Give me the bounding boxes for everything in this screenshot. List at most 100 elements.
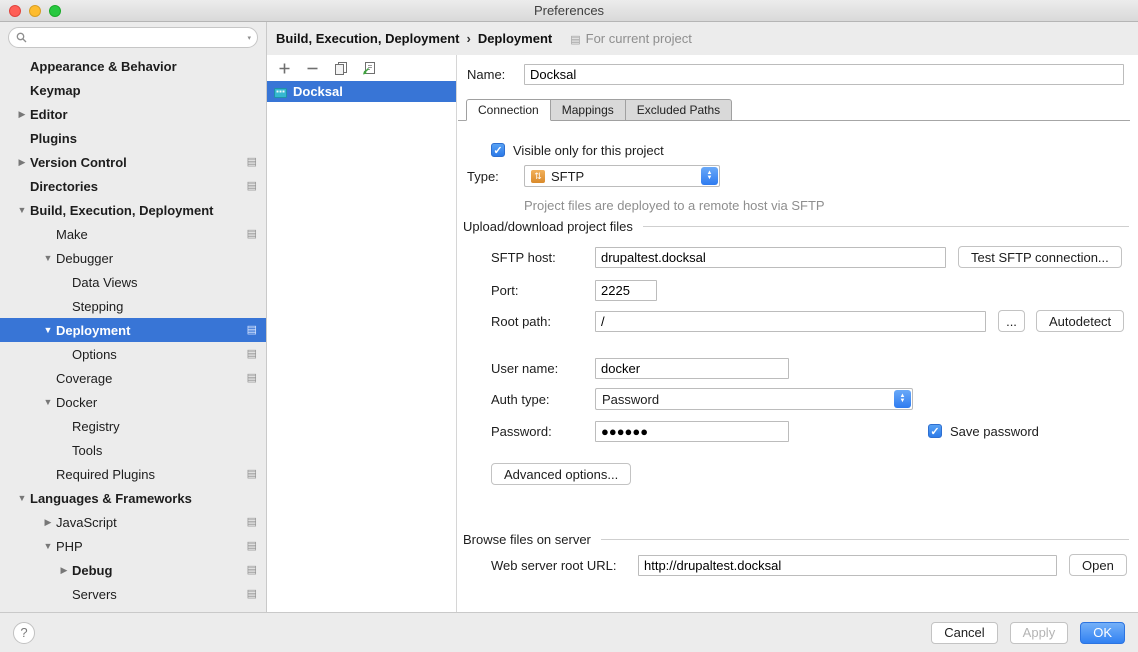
- sidebar-item-label: Directories: [30, 179, 98, 194]
- section-divider-line: [601, 539, 1129, 540]
- sidebar-item-javascript[interactable]: JavaScript: [0, 510, 266, 534]
- chevron-right-icon[interactable]: [40, 517, 56, 528]
- breadcrumb-category: Build, Execution, Deployment: [276, 31, 459, 46]
- sidebar-item-debugger[interactable]: Debugger: [0, 246, 266, 270]
- sidebar-item-label: Docker: [56, 395, 97, 410]
- sidebar-item-stepping[interactable]: Stepping: [0, 294, 266, 318]
- chevron-right-icon[interactable]: [56, 565, 72, 576]
- name-input[interactable]: [524, 64, 1124, 85]
- sidebar-item-required-plugins[interactable]: Required Plugins: [0, 462, 266, 486]
- sidebar-item-languages-frameworks[interactable]: Languages & Frameworks: [0, 486, 266, 510]
- server-list-panel: Docksal: [267, 55, 457, 612]
- type-help-text: Project files are deployed to a remote h…: [524, 194, 825, 216]
- test-sftp-connection-button[interactable]: Test SFTP connection...: [958, 246, 1122, 268]
- sidebar-item-directories[interactable]: Directories: [0, 174, 266, 198]
- sftp-protocol-icon: [531, 170, 545, 183]
- window-title: Preferences: [0, 0, 1138, 21]
- section-browse-label: Browse files on server: [463, 532, 591, 547]
- sidebar-item-build-execution-deployment[interactable]: Build, Execution, Deployment: [0, 198, 266, 222]
- sidebar-item-make[interactable]: Make: [0, 222, 266, 246]
- sidebar-item-deployment[interactable]: Deployment: [0, 318, 266, 342]
- chevron-down-icon[interactable]: [40, 541, 56, 551]
- sidebar-item-keymap[interactable]: Keymap: [0, 78, 266, 102]
- tab-bar: Connection Mappings Excluded Paths: [466, 99, 731, 121]
- browse-root-path-button[interactable]: ...: [998, 310, 1025, 332]
- sidebar-item-docker[interactable]: Docker: [0, 390, 266, 414]
- password-input[interactable]: [595, 421, 789, 442]
- dropdown-stepper-icon[interactable]: ▲▼: [701, 167, 718, 185]
- minimize-window-button[interactable]: [29, 5, 41, 17]
- sidebar-item-php[interactable]: PHP: [0, 534, 266, 558]
- dropdown-stepper-icon[interactable]: ▲▼: [894, 390, 911, 408]
- chevron-right-icon[interactable]: [14, 109, 30, 120]
- breadcrumb-bar: Build, Execution, Deployment › Deploymen…: [267, 22, 1138, 55]
- sidebar-item-editor[interactable]: Editor: [0, 102, 266, 126]
- apply-button[interactable]: Apply: [1010, 622, 1069, 644]
- ok-button[interactable]: OK: [1080, 622, 1125, 644]
- tab-excluded-paths[interactable]: Excluded Paths: [625, 99, 732, 121]
- sidebar-item-label: Data Views: [72, 275, 138, 290]
- open-button[interactable]: Open: [1069, 554, 1127, 576]
- auth-type-select[interactable]: Password ▲▼: [595, 388, 913, 410]
- chevron-down-icon[interactable]: [40, 253, 56, 263]
- type-select[interactable]: SFTP ▲▼: [524, 165, 720, 187]
- chevron-down-icon[interactable]: [40, 397, 56, 407]
- sidebar-item-data-views[interactable]: Data Views: [0, 270, 266, 294]
- type-value: SFTP: [551, 169, 584, 184]
- password-label: Password:: [491, 424, 595, 439]
- help-button[interactable]: ?: [13, 622, 35, 644]
- chevron-down-icon[interactable]: [40, 325, 56, 335]
- section-browse-files: Browse files on server: [463, 530, 1129, 548]
- search-input[interactable]: [30, 29, 244, 46]
- zoom-window-button[interactable]: [49, 5, 61, 17]
- for-current-project-icon: [247, 469, 257, 480]
- add-server-button[interactable]: [277, 61, 292, 76]
- chevron-down-icon[interactable]: [14, 493, 30, 503]
- root-path-input[interactable]: [595, 311, 986, 332]
- tab-connection[interactable]: Connection: [466, 99, 551, 121]
- sidebar-item-version-control[interactable]: Version Control: [0, 150, 266, 174]
- save-password-checkbox[interactable]: [928, 424, 942, 438]
- copy-server-button[interactable]: [333, 61, 348, 76]
- sidebar-item-options[interactable]: Options: [0, 342, 266, 366]
- autodetect-button[interactable]: Autodetect: [1036, 310, 1124, 332]
- sidebar-item-debug[interactable]: Debug: [0, 558, 266, 582]
- for-current-project-icon: [247, 229, 257, 240]
- sidebar-item-label: Required Plugins: [56, 467, 155, 482]
- remove-server-button[interactable]: [305, 61, 320, 76]
- list-item-docksal[interactable]: Docksal: [267, 81, 456, 102]
- user-name-input[interactable]: [595, 358, 789, 379]
- user-name-label: User name:: [491, 361, 595, 376]
- chevron-right-icon[interactable]: [14, 157, 30, 168]
- sidebar-item-appearance-behavior[interactable]: Appearance & Behavior: [0, 54, 266, 78]
- sidebar-item-label: Servers: [72, 587, 117, 602]
- sidebar-item-registry[interactable]: Registry: [0, 414, 266, 438]
- advanced-options-button[interactable]: Advanced options...: [491, 463, 631, 485]
- sidebar-item-coverage[interactable]: Coverage: [0, 366, 266, 390]
- for-current-project-icon: [247, 517, 257, 528]
- web-root-input[interactable]: [638, 555, 1057, 576]
- close-window-button[interactable]: [9, 5, 21, 17]
- chevron-down-icon[interactable]: [14, 205, 30, 215]
- section-upload-download: Upload/download project files: [463, 217, 1129, 235]
- for-current-project-icon: [247, 565, 257, 576]
- sidebar-item-label: Editor: [30, 107, 68, 122]
- port-input[interactable]: [595, 280, 657, 301]
- visible-only-checkbox[interactable]: [491, 143, 505, 157]
- settings-search-box[interactable]: ▾: [8, 27, 258, 48]
- sidebar-item-tools[interactable]: Tools: [0, 438, 266, 462]
- sidebar-item-label: Coverage: [56, 371, 112, 386]
- for-current-project-icon: [247, 349, 257, 360]
- cancel-button[interactable]: Cancel: [931, 622, 997, 644]
- tab-mappings[interactable]: Mappings: [550, 99, 626, 121]
- sftp-host-input[interactable]: [595, 247, 946, 268]
- sidebar-item-label: Deployment: [56, 323, 130, 338]
- sidebar-item-servers[interactable]: Servers: [0, 582, 266, 606]
- sidebar-item-label: Version Control: [30, 155, 127, 170]
- port-label: Port:: [491, 283, 595, 298]
- visible-only-label: Visible only for this project: [513, 143, 664, 158]
- sidebar-item-label: Keymap: [30, 83, 81, 98]
- search-history-chevron-icon[interactable]: ▾: [247, 34, 257, 42]
- sidebar-item-plugins[interactable]: Plugins: [0, 126, 266, 150]
- import-server-button[interactable]: [361, 61, 376, 76]
